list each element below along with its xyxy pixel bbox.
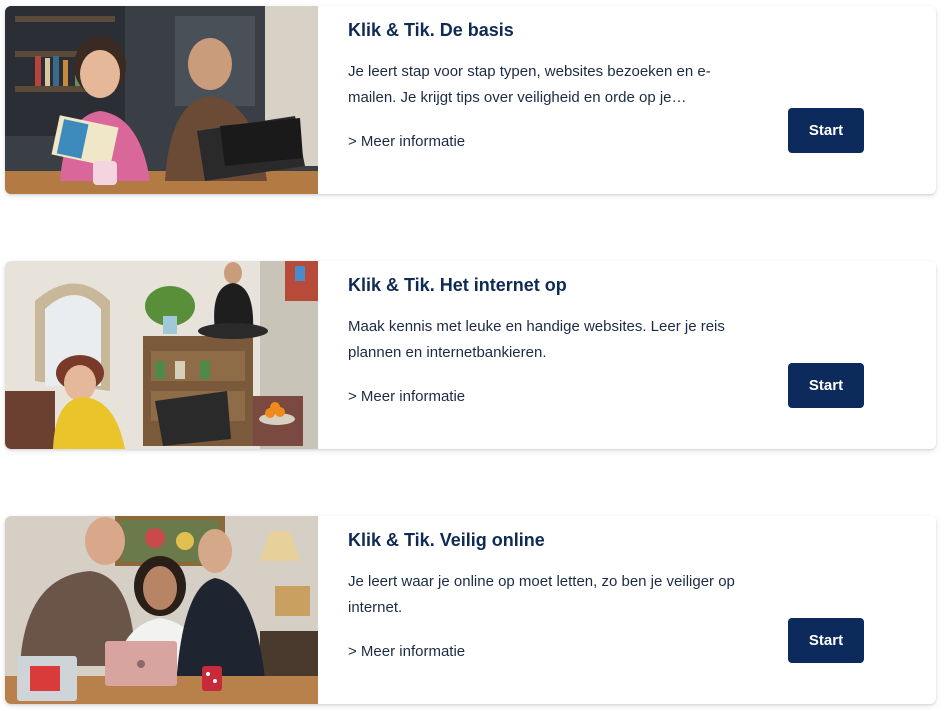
course-image-internet xyxy=(5,261,318,449)
course-image-veilig xyxy=(5,516,318,704)
course-title: Klik & Tik. De basis xyxy=(348,20,514,40)
more-info-link[interactable]: > Meer informatie xyxy=(348,133,465,150)
course-list: Klik & Tik. De basis Je leert stap voor … xyxy=(0,0,947,711)
start-button[interactable]: Start xyxy=(788,363,864,408)
course-title: Klik & Tik. Veilig online xyxy=(348,530,545,550)
start-button[interactable]: Start xyxy=(788,618,864,663)
course-title: Klik & Tik. Het internet op xyxy=(348,275,567,295)
course-card-veilig: Klik & Tik. Veilig online Je leert waar … xyxy=(5,516,936,704)
course-description: Je leert stap voor stap typen, websites … xyxy=(348,63,711,106)
course-description: Maak kennis met leuke en handige website… xyxy=(348,318,725,361)
more-info-link[interactable]: > Meer informatie xyxy=(348,388,465,405)
course-card-basis: Klik & Tik. De basis Je leert stap voor … xyxy=(5,6,936,194)
course-card-internet: Klik & Tik. Het internet op Maak kennis … xyxy=(5,261,936,449)
start-button[interactable]: Start xyxy=(788,108,864,153)
more-info-link[interactable]: > Meer informatie xyxy=(348,643,465,660)
course-description: Je leert waar je online op moet letten, … xyxy=(348,573,735,616)
course-image-basis xyxy=(5,6,318,194)
